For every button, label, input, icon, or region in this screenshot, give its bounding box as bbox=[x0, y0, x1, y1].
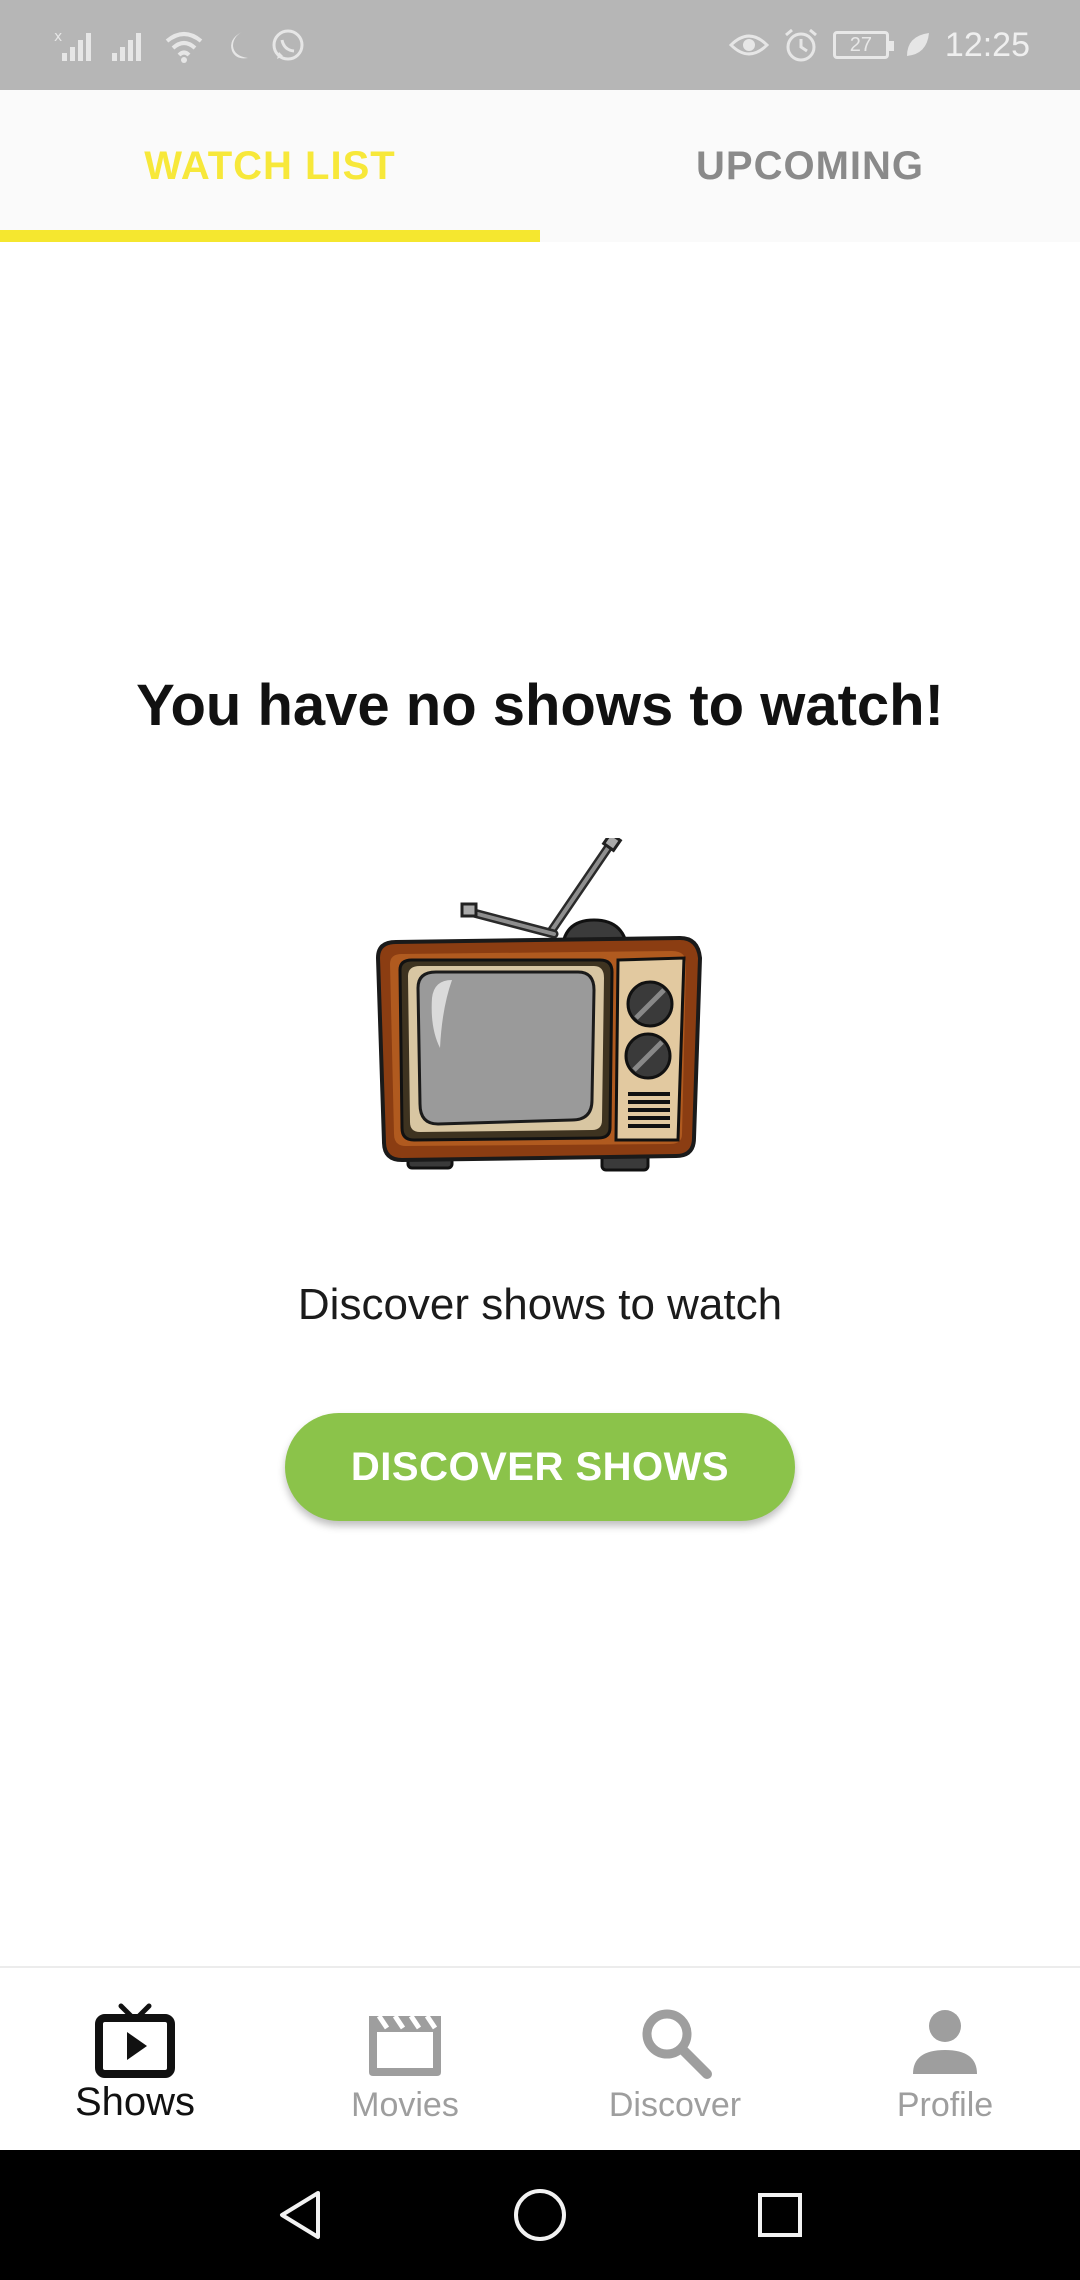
nav-item-shows[interactable]: Shows bbox=[0, 1968, 270, 2152]
recents-icon[interactable] bbox=[750, 2185, 810, 2245]
empty-state-title: You have no shows to watch! bbox=[136, 673, 944, 738]
nav-item-discover[interactable]: Discover bbox=[540, 1968, 810, 2152]
home-icon[interactable] bbox=[510, 2185, 570, 2245]
no-sim-signal-icon: x bbox=[54, 29, 91, 61]
system-nav-bar bbox=[0, 2150, 1080, 2280]
wifi-icon bbox=[165, 32, 203, 63]
active-tab-indicator bbox=[0, 230, 540, 242]
svg-text:x: x bbox=[54, 29, 62, 45]
nav-label-movies: Movies bbox=[351, 2086, 459, 2124]
retro-tv-icon bbox=[375, 838, 703, 1172]
status-bar: x 27 12:25 bbox=[0, 0, 1080, 90]
signal-icon bbox=[112, 33, 141, 61]
battery-level: 27 bbox=[849, 33, 873, 56]
moon-icon bbox=[231, 32, 248, 59]
leaf-icon bbox=[906, 33, 929, 56]
alarm-icon bbox=[784, 28, 817, 62]
discover-shows-button[interactable]: DISCOVER SHOWS bbox=[285, 1413, 795, 1521]
status-left-icons: x bbox=[54, 24, 306, 68]
tv-play-icon bbox=[95, 2003, 175, 2078]
tab-bar: WATCH LIST UPCOMING bbox=[0, 90, 1080, 242]
back-icon[interactable] bbox=[270, 2185, 330, 2245]
clapperboard-icon bbox=[369, 2014, 441, 2076]
nav-item-movies[interactable]: Movies bbox=[270, 1968, 540, 2152]
battery-icon: 27 bbox=[832, 31, 894, 59]
search-icon bbox=[642, 2009, 712, 2079]
person-icon bbox=[913, 2010, 977, 2074]
status-time: 12:25 bbox=[944, 25, 1030, 64]
eye-icon bbox=[728, 34, 769, 56]
tab-upcoming[interactable]: UPCOMING bbox=[540, 90, 1080, 242]
bottom-nav: Shows Movies Discover Profile bbox=[0, 1966, 1080, 2152]
nav-label-shows: Shows bbox=[74, 2080, 196, 2124]
nav-label-discover: Discover bbox=[608, 2086, 742, 2124]
nav-label-profile: Profile bbox=[896, 2086, 994, 2124]
whatsapp-icon bbox=[272, 29, 304, 61]
status-right-icons: 27 12:25 bbox=[728, 22, 1030, 68]
empty-state-subtitle: Discover shows to watch bbox=[297, 1280, 783, 1329]
tab-watch-list[interactable]: WATCH LIST bbox=[0, 90, 540, 242]
nav-item-profile[interactable]: Profile bbox=[810, 1968, 1080, 2152]
